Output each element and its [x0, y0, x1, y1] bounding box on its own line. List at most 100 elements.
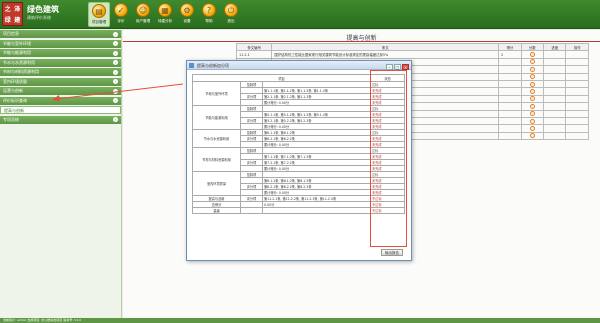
progress-icon[interactable]: [529, 89, 535, 95]
progress-icon[interactable]: [529, 125, 535, 131]
table-row: 11.2.1 围护结构热工性能比国家现行相关建筑节能设计标准规定的提高幅度达到5%…: [235, 50, 589, 59]
row-action[interactable]: [565, 87, 589, 96]
sidebar-item-3[interactable]: 节水与水资源利用 ›: [0, 58, 121, 67]
row-score: [498, 131, 522, 141]
progress-icon[interactable]: [529, 133, 535, 139]
toolbar-label: 设置: [183, 19, 191, 23]
group-name: 节水与水资源利用: [192, 129, 241, 148]
row-action[interactable]: [565, 131, 589, 141]
chevron-right-icon: ›: [113, 117, 118, 122]
row-points: [520, 94, 545, 104]
row-progress: [543, 57, 567, 67]
row-action[interactable]: [565, 50, 589, 59]
row-progress: [543, 102, 567, 111]
score-dialog: 提高与创新加分项 – □ × 项目 状态 节地与室外环境 控制项 达标 第1.1.1条, …: [186, 60, 412, 261]
progress-icon[interactable]: [529, 96, 535, 102]
row-progress: [543, 50, 567, 59]
sidebar-item-9[interactable]: 专项总结 ›: [0, 115, 121, 124]
dialog-row: 提高与创新 评分项 第11.2.1条, 第11.2.2条, 第11.2.3条, 第1…: [192, 195, 405, 202]
row-action[interactable]: [565, 124, 589, 133]
toolbar-button-5[interactable]: ? 帮助: [198, 2, 220, 27]
group-name: 节材与材料资源利用: [192, 147, 241, 172]
toolbar-button-1[interactable]: ✓ 评价: [110, 2, 132, 27]
row-points: [520, 72, 545, 81]
sidebar-item-7[interactable]: 评价标识查询 ›: [0, 96, 121, 105]
sidebar-item-2[interactable]: 节能与能源利用 ›: [0, 49, 121, 57]
row-points: [520, 109, 545, 118]
toolbar-label: 帮助: [205, 19, 213, 23]
sidebar-item-4[interactable]: 节材与材料资源利用 ›: [0, 68, 121, 76]
logo-char: 建: [14, 17, 21, 24]
row-points: [520, 102, 545, 111]
sidebar-item-label: 专项总结: [3, 116, 19, 122]
row-text: 围护结构热工性能比国家现行相关建筑节能设计标准规定的提高幅度达到5%: [271, 50, 500, 59]
toolbar-button-0[interactable]: ▤ 项目管理: [88, 2, 110, 27]
progress-icon[interactable]: [529, 59, 535, 65]
window-icon: [189, 63, 194, 68]
app-name: 绿色建筑: [27, 5, 59, 14]
group-name: 节能与能源利用: [192, 105, 241, 130]
sidebar-item-1[interactable]: 节能与室外环境 ›: [0, 39, 121, 48]
chevron-right-icon: ›: [113, 41, 118, 46]
row-action[interactable]: [565, 109, 589, 118]
toolbar-label: 退出: [227, 19, 235, 23]
progress-icon[interactable]: [529, 74, 535, 80]
sidebar-item-label: 运营与创新: [3, 88, 23, 93]
chevron-right-icon: ›: [113, 50, 118, 56]
logo-char: 泽: [14, 6, 21, 13]
toolbar-label: 待建分析: [157, 19, 173, 23]
group-name: 节地与室外环境: [192, 81, 241, 106]
sidebar-item-6[interactable]: 运营与创新 ›: [0, 87, 121, 95]
table-header: 进度: [543, 42, 567, 52]
toolbar-button-6[interactable]: ⏻ 退出: [220, 2, 242, 27]
export-report-button[interactable]: 输出报告: [381, 249, 403, 256]
logo-char: 绿: [4, 17, 11, 24]
row-action[interactable]: [565, 79, 589, 89]
progress-icon[interactable]: [529, 111, 535, 117]
toolbar-label: 评价: [117, 19, 125, 23]
sidebar-item-label: 节能与能源利用: [3, 50, 31, 55]
row-action[interactable]: [565, 57, 589, 67]
row-points: [520, 131, 545, 141]
row-score: [498, 109, 522, 118]
row-points: [520, 124, 545, 133]
toolbar-button-3[interactable]: ▦ 待建分析: [154, 2, 176, 27]
progress-icon[interactable]: [529, 103, 535, 109]
user-icon: ☺: [136, 3, 150, 17]
chevron-right-icon: ›: [113, 31, 118, 37]
sidebar-item-5[interactable]: 室内环境质量 ›: [0, 77, 121, 86]
row-progress: [543, 72, 567, 81]
row-points: [520, 65, 545, 74]
row-action[interactable]: [565, 72, 589, 81]
progress-icon[interactable]: [529, 81, 535, 87]
dialog-title: 提高与创新加分项: [197, 63, 229, 68]
progress-icon[interactable]: [529, 118, 535, 124]
chevron-right-icon: ›: [113, 88, 118, 94]
footer-type: [240, 207, 263, 214]
header-status: 状态: [370, 74, 405, 82]
sidebar: 项目信息 › 节能与室外环境 › 节能与能源利用 › 节水与水资源利用 › 节材与材料资源利用 ›…: [0, 30, 122, 318]
row-action[interactable]: [565, 102, 589, 111]
row-points: [520, 116, 545, 126]
row-action[interactable]: [565, 94, 589, 104]
chevron-right-icon: ›: [113, 79, 118, 84]
app-logo: 之 泽 绿 建: [2, 2, 23, 26]
sidebar-item-label: 节水与水资源利用: [3, 59, 35, 65]
row-score: [498, 79, 522, 89]
minimize-button[interactable]: –: [386, 63, 393, 70]
toolbar-button-2[interactable]: ☺ 用户管理: [132, 2, 154, 27]
dialog-titlebar: 提高与创新加分项 – □ ×: [187, 61, 411, 70]
progress-icon[interactable]: [529, 52, 535, 58]
sidebar-item-0[interactable]: 项目信息 ›: [0, 30, 121, 38]
row-action[interactable]: [565, 116, 589, 126]
progress-icon[interactable]: [529, 66, 535, 72]
row-score: [498, 102, 522, 111]
sidebar-item-label: 节材与材料资源利用: [3, 69, 39, 74]
sidebar-item-8[interactable]: 提高与创新: [0, 106, 121, 114]
dialog-row: 星级 不达标: [192, 207, 405, 214]
row-score: [498, 94, 522, 104]
row-action[interactable]: [565, 65, 589, 74]
toolbar-button-4[interactable]: ⚙ 设置: [176, 2, 198, 27]
close-button[interactable]: ×: [402, 63, 409, 70]
maximize-button[interactable]: □: [394, 63, 401, 70]
